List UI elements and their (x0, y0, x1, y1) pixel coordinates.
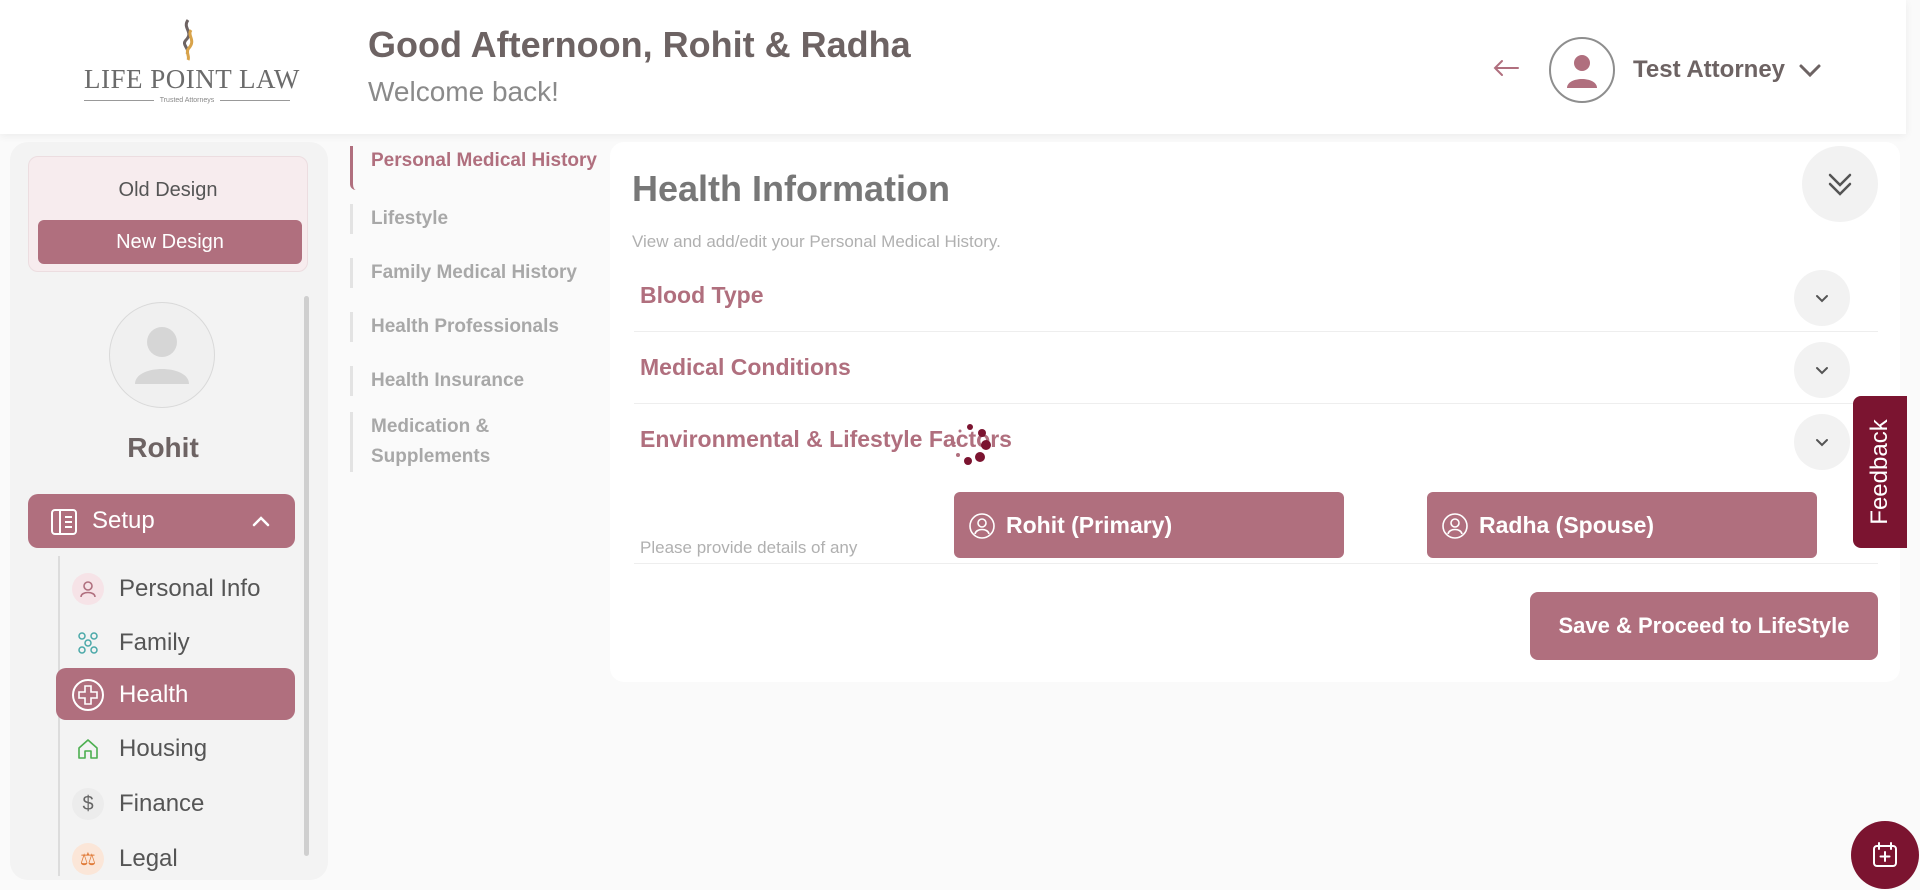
sidebar-item-housing[interactable]: Housing (56, 722, 295, 774)
sidebar-item-label: Legal (119, 845, 178, 872)
loading-spinner-icon (952, 424, 991, 465)
save-proceed-button[interactable]: Save & Proceed to LifeStyle (1530, 592, 1878, 660)
sidebar-item-legal[interactable]: ⚖ Legal (56, 832, 295, 880)
calendar-add-icon (1873, 842, 1897, 867)
old-design-button[interactable]: Old Design (29, 179, 307, 202)
double-chevron-down-icon (1828, 173, 1852, 196)
back-arrow-icon[interactable] (1490, 52, 1530, 92)
user-avatar[interactable] (1549, 37, 1615, 103)
chevron-down-icon[interactable] (1794, 414, 1850, 470)
legal-icon: ⚖ (72, 843, 104, 875)
setup-book-icon (51, 509, 77, 535)
feedback-tab[interactable]: Feedback (1853, 396, 1907, 548)
left-sidebar: Old Design New Design Rohit Setup Person… (10, 142, 328, 880)
collapse-all-button[interactable] (1802, 146, 1878, 222)
profile-name: Rohit (127, 432, 199, 463)
subnav-personal-medical-history[interactable]: Personal Medical History (350, 146, 610, 190)
sidebar-item-label: Housing (119, 735, 208, 762)
chevron-down-icon[interactable] (1794, 270, 1850, 326)
person-icon (72, 573, 104, 605)
dollar-icon: $ (72, 788, 104, 820)
brand-tagline: Trusted Attorneys (84, 97, 290, 104)
sidebar-item-finance[interactable]: $ Finance (56, 777, 295, 829)
provide-details-text: Please provide details of any (640, 538, 858, 557)
accordion-medical-conditions[interactable]: Medical Conditions (634, 334, 1878, 404)
person-tab-rohit[interactable]: Rohit (Primary) (954, 492, 1344, 558)
chevron-down-icon[interactable] (1794, 342, 1850, 398)
brand-name: LIFE POINT LAW (84, 64, 300, 94)
page-title: Health Information (632, 168, 951, 209)
accordion-blood-type[interactable]: Blood Type (634, 262, 1878, 332)
sidebar-item-personal-info[interactable]: Personal Info (56, 562, 295, 614)
sidebar-item-health[interactable]: Health (56, 668, 295, 720)
medical-cross-icon (72, 679, 104, 711)
greeting-title: Good Afternoon, Rohit & Radha (368, 24, 911, 65)
person-label: Rohit (Primary) (1006, 512, 1173, 538)
sidebar-item-label: Personal Info (119, 575, 261, 602)
setup-section-toggle[interactable]: Setup (28, 494, 295, 548)
health-information-card: Health Information View and add/edit you… (610, 142, 1900, 682)
user-icon (1567, 55, 1597, 88)
new-design-button[interactable]: New Design (38, 220, 302, 264)
sidebar-item-label: Family (119, 629, 190, 656)
person-tab-radha[interactable]: Radha (Spouse) (1427, 492, 1817, 558)
top-header: LIFE POINT LAW Trusted Attorneys Good Af… (0, 0, 1906, 134)
design-switcher: Old Design New Design (28, 156, 308, 272)
house-icon (72, 733, 104, 765)
subnav-medication-supplements[interactable]: Medication & Supplements (350, 412, 550, 472)
chevron-down-icon[interactable] (1795, 56, 1825, 86)
sidebar-item-label: Finance (119, 790, 205, 817)
accordion-label: Blood Type (640, 282, 764, 308)
brand-logo[interactable]: LIFE POINT LAW Trusted Attorneys (84, 18, 300, 110)
sidebar-item-family[interactable]: Family (56, 616, 295, 668)
feedback-label: Feedback (1866, 419, 1893, 525)
profile-avatar (109, 302, 215, 408)
subnav-family-medical-history[interactable]: Family Medical History (350, 258, 610, 288)
subnav-lifestyle[interactable]: Lifestyle (350, 204, 610, 234)
user-icon (135, 327, 189, 384)
user-circle-icon (969, 513, 995, 539)
divider (634, 563, 1878, 564)
accordion-environmental-lifestyle[interactable]: Environmental & Lifestyle Factors (634, 406, 1878, 476)
user-circle-icon (1442, 513, 1468, 539)
sidebar-scrollbar[interactable] (304, 296, 309, 856)
family-icon (72, 627, 104, 659)
page-subtitle: View and add/edit your Personal Medical … (632, 232, 1001, 251)
accordion-label: Medical Conditions (640, 354, 851, 380)
chevron-up-icon (252, 516, 270, 527)
subnav-health-insurance[interactable]: Health Insurance (350, 366, 610, 396)
subnav-health-professionals[interactable]: Health Professionals (350, 312, 610, 342)
welcome-subtitle: Welcome back! (368, 76, 559, 107)
user-name[interactable]: Test Attorney (1633, 56, 1785, 84)
add-event-button[interactable] (1851, 821, 1919, 889)
logo-flame-icon (182, 19, 194, 61)
setup-label: Setup (92, 507, 155, 534)
person-label: Radha (Spouse) (1479, 512, 1655, 538)
sidebar-item-label: Health (119, 681, 189, 708)
